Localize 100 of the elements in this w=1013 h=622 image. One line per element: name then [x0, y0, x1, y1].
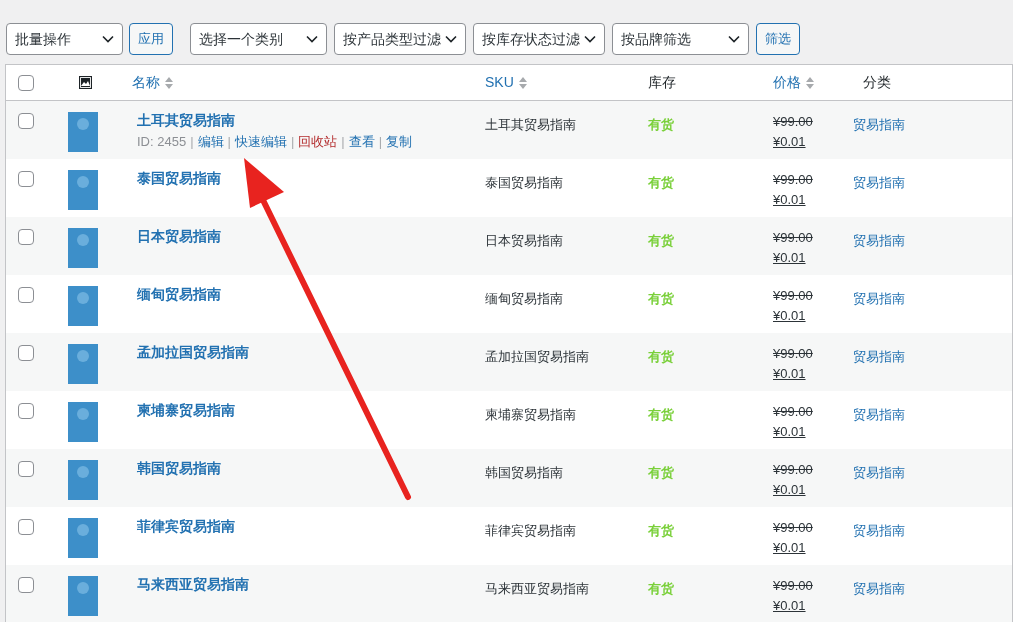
checkbox[interactable]	[18, 287, 34, 303]
sort-icon	[517, 75, 528, 90]
product-name-link[interactable]: 菲律宾贸易指南	[137, 518, 475, 535]
product-name-link[interactable]: 泰国贸易指南	[137, 170, 475, 187]
book-cover-thumbnail	[68, 228, 98, 268]
book-cover-thumbnail	[68, 286, 98, 326]
checkbox[interactable]	[18, 171, 34, 187]
category-link[interactable]: 贸易指南	[853, 233, 905, 248]
sku-text: 孟加拉国贸易指南	[485, 349, 589, 364]
product-name-link[interactable]: 日本贸易指南	[137, 228, 475, 245]
row-action-link[interactable]: 查看	[348, 134, 375, 150]
stock-status: 有货	[648, 581, 674, 596]
sort-icon	[164, 75, 174, 90]
row-action-link[interactable]: 快速编辑	[234, 134, 287, 150]
dropdown-select[interactable]: 选择一个类别	[190, 23, 327, 55]
product-name-link[interactable]: 马来西亚贸易指南	[137, 576, 475, 593]
stock-status: 有货	[648, 349, 674, 364]
dropdown-select[interactable]: 按库存状态过滤	[473, 23, 605, 55]
sale-price: ¥0.01	[773, 423, 806, 441]
chevron-down-icon	[584, 35, 596, 43]
separator: |	[341, 134, 345, 150]
sku-text: 马来西亚贸易指南	[485, 581, 589, 596]
sku-text: 缅甸贸易指南	[485, 291, 563, 306]
sku-text: 菲律宾贸易指南	[485, 523, 576, 538]
product-name-link[interactable]: 土耳其贸易指南	[137, 112, 475, 129]
chevron-down-icon	[306, 35, 318, 43]
stock-status: 有货	[648, 117, 674, 132]
checkbox[interactable]	[18, 345, 34, 361]
column-header-link[interactable]: 名称	[132, 72, 160, 93]
product-name-link[interactable]: 韩国贸易指南	[137, 460, 475, 477]
book-cover-thumbnail	[68, 576, 98, 616]
checkbox[interactable]	[18, 577, 34, 593]
sku-text: 土耳其贸易指南	[485, 117, 576, 132]
category-link[interactable]: 贸易指南	[853, 117, 905, 132]
category-link[interactable]: 贸易指南	[853, 581, 905, 596]
sale-price: ¥0.01	[773, 365, 806, 383]
chevron-down-icon	[445, 35, 457, 43]
sku-text: 日本贸易指南	[485, 233, 563, 248]
checkbox[interactable]	[18, 229, 34, 245]
checkbox[interactable]	[18, 461, 34, 477]
dropdown-select[interactable]: 按产品类型过滤	[334, 23, 466, 55]
book-cover-thumbnail	[68, 344, 98, 384]
dropdown-select[interactable]: 批量操作	[6, 23, 123, 55]
category-link[interactable]: 贸易指南	[853, 407, 905, 422]
separator: |	[190, 134, 194, 150]
product-name-link[interactable]: 柬埔寨贸易指南	[137, 402, 475, 419]
column-header-link[interactable]: 价格	[773, 72, 801, 93]
chevron-down-icon	[102, 35, 114, 43]
sku-text: 韩国贸易指南	[485, 465, 563, 480]
row-action-link[interactable]: 编辑	[197, 134, 224, 150]
book-cover-thumbnail	[68, 460, 98, 500]
row-action-link[interactable]: 复制	[386, 134, 413, 150]
sale-price: ¥0.01	[773, 249, 806, 267]
category-link[interactable]: 贸易指南	[853, 349, 905, 364]
separator: |	[290, 134, 295, 150]
book-cover-thumbnail	[68, 112, 98, 152]
regular-price: ¥99.00	[773, 113, 813, 131]
regular-price: ¥99.00	[773, 403, 813, 421]
regular-price: ¥99.00	[773, 229, 813, 247]
regular-price: ¥99.00	[773, 171, 813, 189]
sku-text: 柬埔寨贸易指南	[485, 407, 576, 422]
sort-icon	[805, 75, 815, 90]
filter-button[interactable]: 筛选	[756, 23, 800, 55]
stock-status: 有货	[648, 175, 674, 190]
book-cover-thumbnail	[68, 402, 98, 442]
stock-status: 有货	[648, 407, 674, 422]
trash-link[interactable]: 回收站	[298, 134, 338, 150]
product-name-link[interactable]: 孟加拉国贸易指南	[137, 344, 475, 361]
sale-price: ¥0.01	[773, 191, 806, 209]
stock-status: 有货	[648, 291, 674, 306]
stock-status: 有货	[648, 523, 674, 538]
regular-price: ¥99.00	[773, 519, 813, 537]
sale-price: ¥0.01	[773, 597, 806, 615]
stock-status: 有货	[648, 233, 674, 248]
checkbox[interactable]	[18, 519, 34, 535]
product-id: ID: 2455	[137, 134, 187, 150]
sale-price: ¥0.01	[773, 307, 806, 325]
regular-price: ¥99.00	[773, 287, 813, 305]
category-link[interactable]: 贸易指南	[853, 523, 905, 538]
dropdown-select[interactable]: 按品牌筛选	[612, 23, 749, 55]
column-header: 库存	[648, 73, 676, 92]
regular-price: ¥99.00	[773, 461, 813, 479]
column-header-link[interactable]: SKU	[485, 72, 514, 93]
regular-price: ¥99.00	[773, 577, 813, 595]
checkbox[interactable]	[18, 403, 34, 419]
category-link[interactable]: 贸易指南	[853, 465, 905, 480]
chevron-down-icon	[728, 35, 740, 43]
checkbox[interactable]	[18, 74, 34, 91]
category-link[interactable]: 贸易指南	[853, 175, 905, 190]
book-cover-thumbnail	[68, 170, 98, 210]
book-cover-thumbnail	[68, 518, 98, 558]
sku-text: 泰国贸易指南	[485, 175, 563, 190]
apply-button[interactable]: 应用	[129, 23, 173, 55]
category-link[interactable]: 贸易指南	[853, 291, 905, 306]
checkbox[interactable]	[18, 113, 34, 129]
sale-price: ¥0.01	[773, 133, 806, 151]
sale-price: ¥0.01	[773, 539, 806, 557]
regular-price: ¥99.00	[773, 345, 813, 363]
product-name-link[interactable]: 缅甸贸易指南	[137, 286, 475, 303]
sale-price: ¥0.01	[773, 481, 806, 499]
